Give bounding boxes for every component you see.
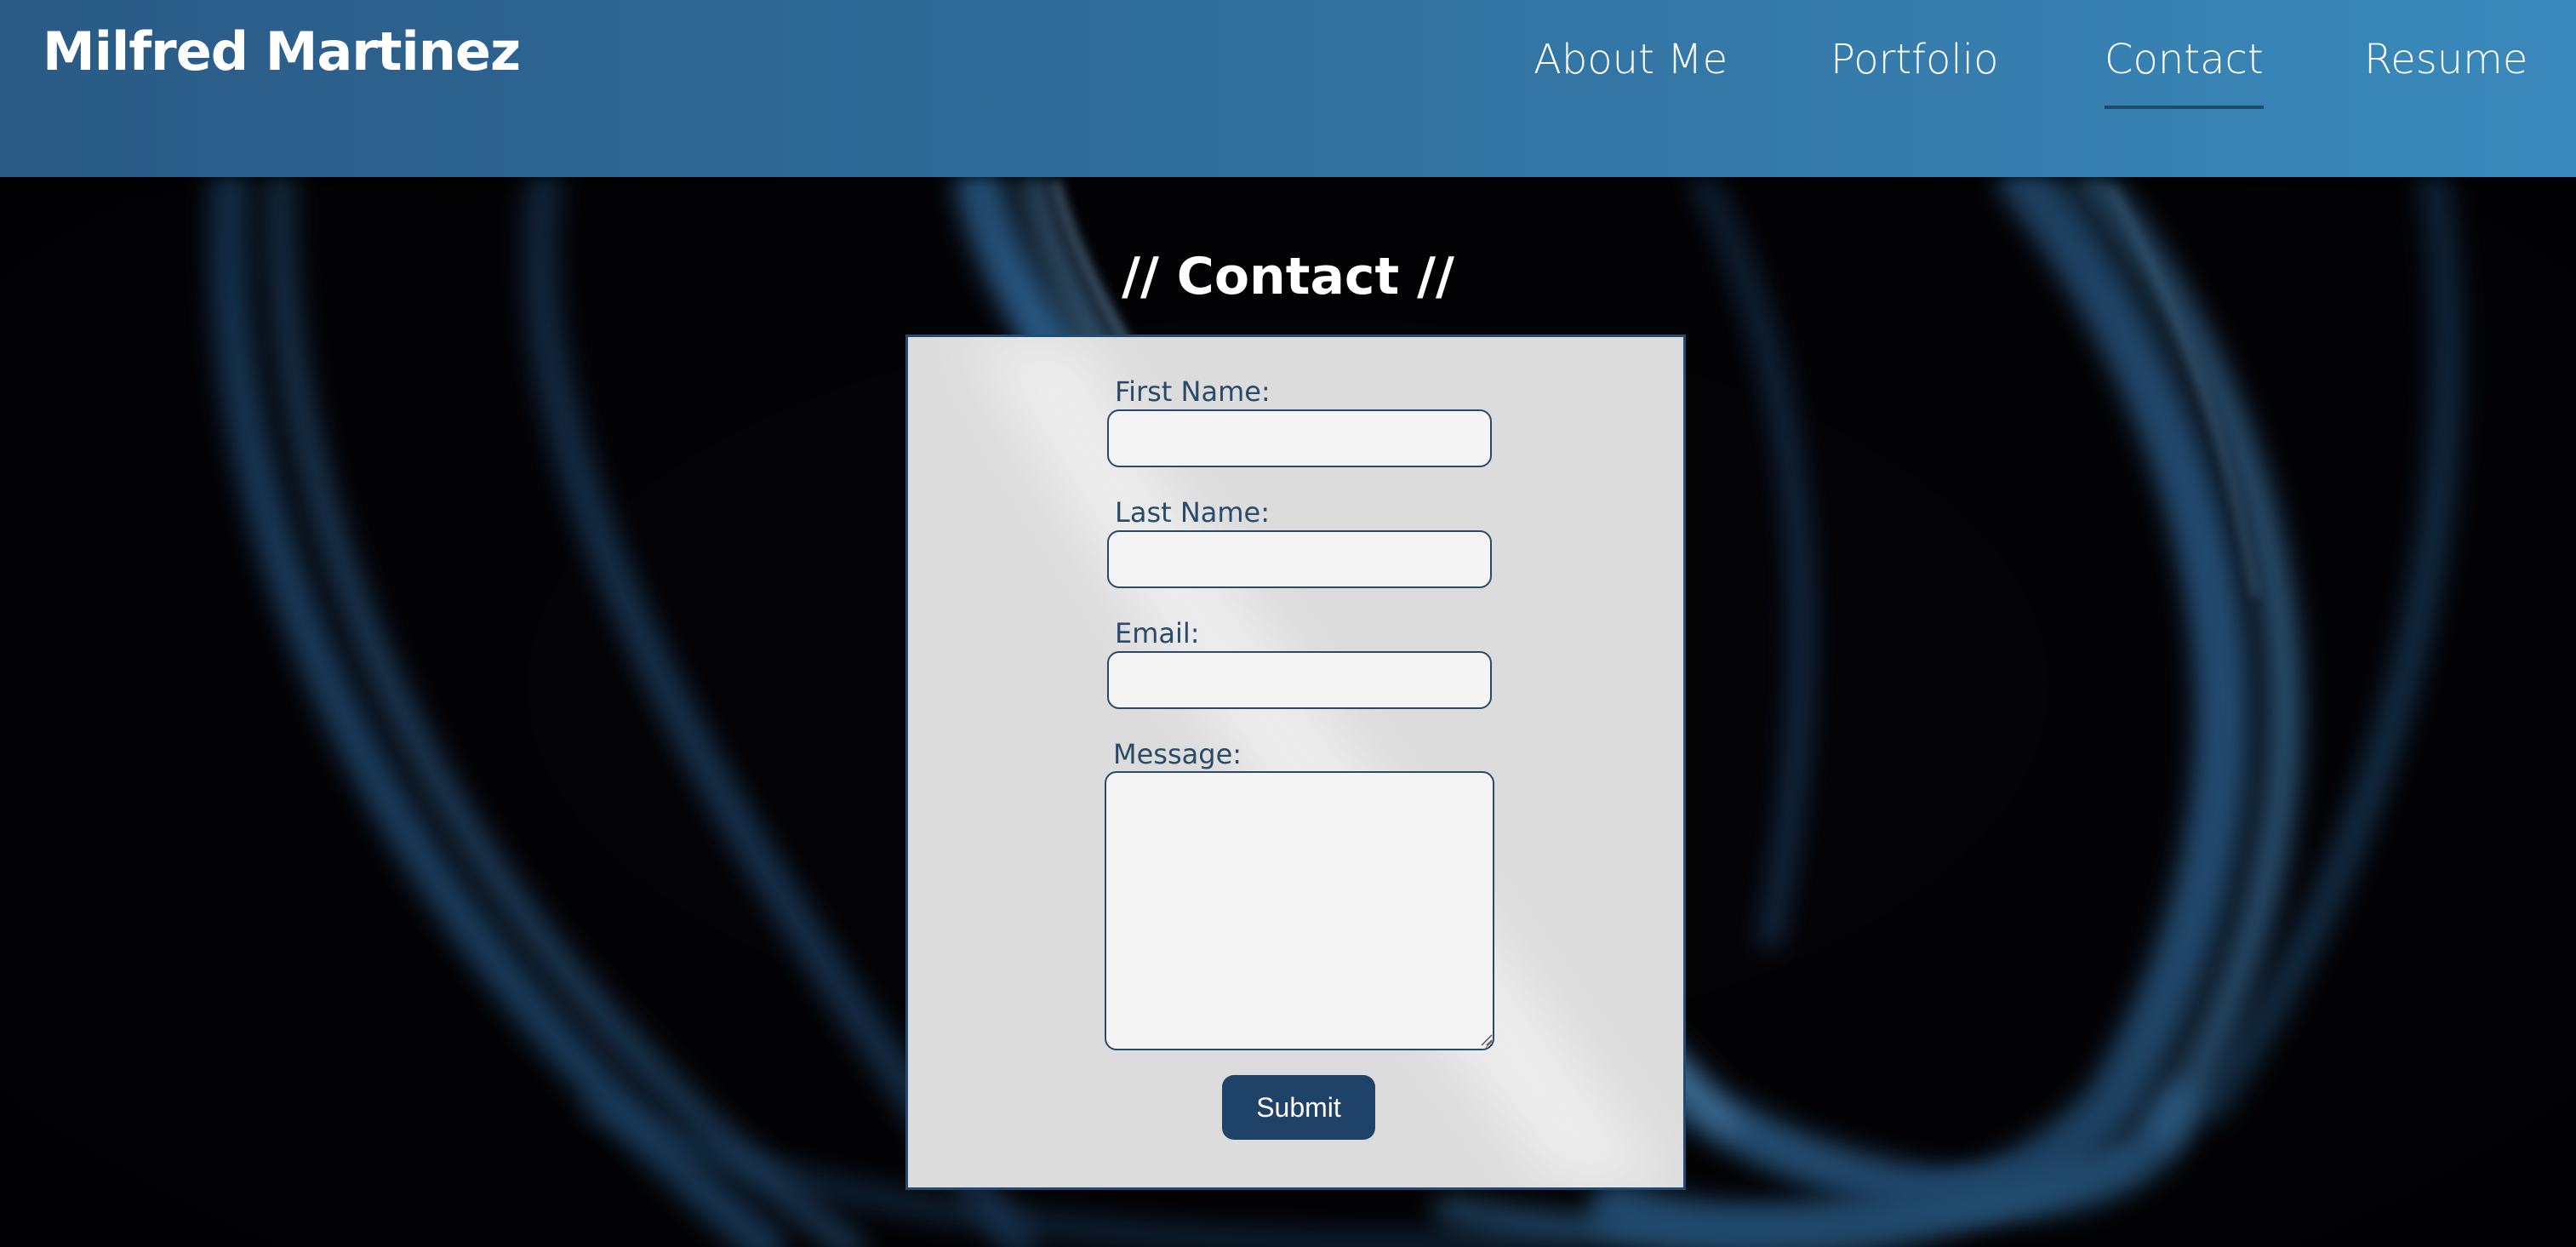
message-label: Message:: [1113, 738, 1242, 770]
site-title[interactable]: Milfred Martinez: [43, 20, 521, 83]
email-label: Email:: [1115, 617, 1200, 649]
submit-button[interactable]: Submit: [1222, 1075, 1375, 1140]
first-name-label: First Name:: [1115, 375, 1271, 408]
nav-item-about-me[interactable]: About Me: [1534, 36, 1728, 83]
first-name-field[interactable]: [1107, 409, 1492, 467]
nav-item-resume[interactable]: Resume: [2364, 36, 2527, 83]
last-name-label: Last Name:: [1115, 496, 1271, 529]
contact-form: First Name: Last Name: Email: Message: S…: [905, 335, 1686, 1190]
email-field[interactable]: [1107, 651, 1492, 709]
nav-item-contact[interactable]: Contact: [2105, 36, 2264, 109]
message-field[interactable]: [1105, 771, 1494, 1050]
nav-item-portfolio[interactable]: Portfolio: [1831, 36, 1998, 83]
last-name-field[interactable]: [1107, 530, 1492, 588]
page-heading: // Contact //: [1122, 247, 1454, 306]
site-header: Milfred Martinez About Me Portfolio Cont…: [0, 0, 2576, 177]
